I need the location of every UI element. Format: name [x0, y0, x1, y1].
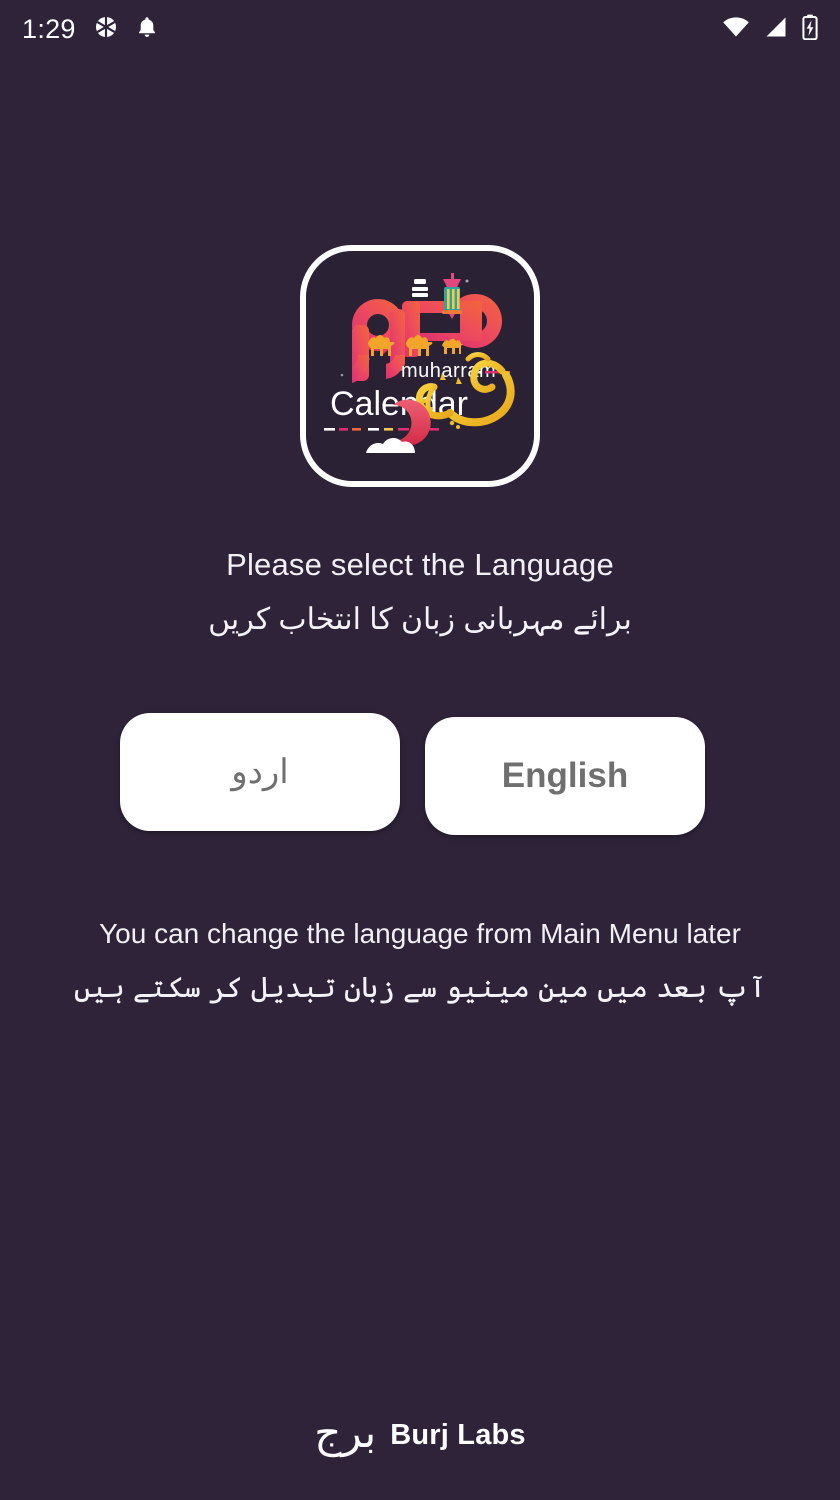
status-bar: 1:29: [0, 0, 840, 58]
muharram-calendar-logo-graphic: muharram Calendar: [306, 251, 534, 481]
language-selection-screen: 1:29 muharram Calendar Please select the…: [0, 0, 840, 1500]
burj-labs-arabic-logo-icon: برج: [314, 1409, 377, 1456]
app-logo-card: muharram Calendar: [300, 245, 540, 487]
app-logo-artwork: muharram Calendar: [306, 251, 534, 481]
language-prompt-english: Please select the Language: [226, 547, 614, 582]
status-bar-left-group: 1:29: [22, 15, 158, 44]
camera-aperture-icon: [94, 15, 118, 44]
urdu-language-button[interactable]: اردو: [120, 713, 400, 831]
burj-labs-brand-name: Burj Labs: [390, 1418, 526, 1451]
footer-brand: برج Burj Labs: [0, 1409, 840, 1456]
lantern-icon: [442, 273, 462, 319]
language-prompt-urdu: برائے مہربانی زبان کا انتخاب کریں: [208, 603, 632, 636]
status-bar-clock: 1:29: [22, 13, 76, 44]
notification-bell-icon: [136, 15, 158, 44]
app-logo: muharram Calendar: [300, 245, 540, 487]
cellular-signal-icon: [764, 16, 788, 43]
status-bar-right-group: [722, 14, 818, 45]
language-note-english: You can change the language from Main Me…: [99, 918, 741, 949]
battery-charging-icon: [802, 14, 818, 45]
wifi-icon: [722, 16, 750, 43]
language-note-urdu: آپ بعد میں مین مینیو سے زبان تبدیل کر سک…: [73, 972, 767, 1004]
language-buttons-row: اردو English: [0, 706, 840, 846]
english-language-button[interactable]: English: [425, 717, 705, 835]
